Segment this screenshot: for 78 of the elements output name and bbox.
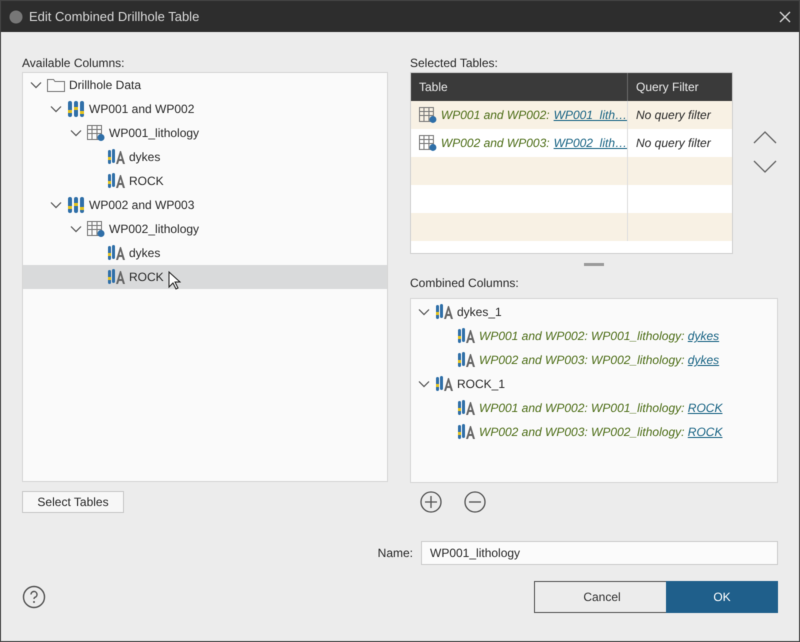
column-source-text: WP002 and WP003: WP002_lithology: ROCK [479,425,722,439]
tree-row[interactable]: WP001_lithology [23,121,387,145]
section-label: Combined Columns: [410,275,520,292]
chevron-down-icon[interactable] [30,79,42,91]
tree-item-label: dykes [129,150,160,164]
section-label: Available Columns: [22,55,126,72]
tree-row[interactable]: ROCK [23,265,387,289]
mouse-cursor-icon [168,271,181,290]
column-source-text: WP002 and WP003: WP002_lithology: dykes [479,353,720,367]
column-icon [435,304,453,320]
table-cell[interactable]: WP002 and WP003: WP002_lith… [411,129,627,157]
tree-item-label: WP001_lithology [109,126,200,140]
section-label: Selected Tables: [410,55,499,72]
table-source-text: WP001 and WP002: [440,108,550,122]
table-source-text: WP002 and WP003: [440,136,550,150]
column-icon [457,328,475,344]
tree-item-label: WP001 and WP002 [89,102,194,116]
table-link[interactable]: WP002_lith… [554,136,627,150]
add-icon[interactable] [420,491,442,513]
column-icon [107,245,125,261]
column-link[interactable]: dykes [688,353,720,367]
remove-icon[interactable] [464,491,486,513]
drillholes-icon [67,101,85,117]
chevron-down-icon[interactable] [418,306,430,318]
tree-item-label: ROCK [129,174,164,188]
tree-item-label[interactable]: dykes_1 [457,305,502,319]
move-down-icon[interactable] [753,160,777,174]
table-icon [87,125,105,141]
close-icon[interactable] [779,10,791,22]
column-source-text: WP001 and WP002: WP001_lithology: dykes [479,329,720,343]
tree-item-label: WP002_lithology [109,222,200,236]
tree-row[interactable]: WP001 and WP002 [23,97,387,121]
window-title: Edit Combined Drillhole Table [29,9,200,24]
name-field[interactable]: WP001_lithology [421,541,778,565]
column-icon [107,173,125,189]
ok-button[interactable]: OK [666,581,778,613]
tree-item-label: WP002 and WP003 [89,198,194,212]
table-cell[interactable]: WP001 and WP002: WP001_lith… [411,101,627,129]
drillholes-icon [67,197,85,213]
tree-item-label: dykes [129,246,160,260]
app-icon [9,10,23,24]
tree-row[interactable]: dykes [23,241,387,265]
tree-item-label: ROCK [129,270,164,284]
table-icon [419,135,437,151]
chevron-down-icon[interactable] [70,127,82,139]
tree-row[interactable]: WP002 and WP003 [23,193,387,217]
splitter-handle[interactable] [584,263,604,266]
column-icon [457,424,475,440]
tree-row[interactable]: ROCK [23,169,387,193]
help-icon[interactable] [22,585,46,609]
chevron-down-icon[interactable] [50,199,62,211]
table-icon [419,107,437,123]
folder-icon [47,78,65,92]
chevron-down-icon[interactable] [50,103,62,115]
column-icon [457,400,475,416]
tree-item-label: Drillhole Data [69,78,142,92]
column-source-text: WP001 and WP002: WP001_lithology: ROCK [479,401,722,415]
move-up-icon[interactable] [753,130,777,144]
chevron-down-icon[interactable] [70,223,82,235]
column-header[interactable]: Query Filter [627,73,732,101]
column-header[interactable]: Table [411,73,627,101]
tree-row[interactable]: WP002_lithology [23,217,387,241]
select-tables-button[interactable]: Select Tables [22,491,124,513]
tree-row[interactable]: Drillhole Data [23,73,387,97]
column-icon [435,376,453,392]
tree-item-label[interactable]: ROCK_1 [457,377,506,391]
column-link[interactable]: ROCK [688,401,722,415]
table-link[interactable]: WP001_lith… [554,108,627,122]
column-link[interactable]: ROCK [688,425,722,439]
query-filter-cell: No query filter [627,101,732,129]
tree-row[interactable]: dykes [23,145,387,169]
column-icon [107,149,125,165]
column-icon [107,269,125,285]
column-link[interactable]: dykes [688,329,720,343]
column-icon [457,352,475,368]
chevron-down-icon[interactable] [418,378,430,390]
name-label: Name: [378,546,413,560]
table-icon [87,221,105,237]
